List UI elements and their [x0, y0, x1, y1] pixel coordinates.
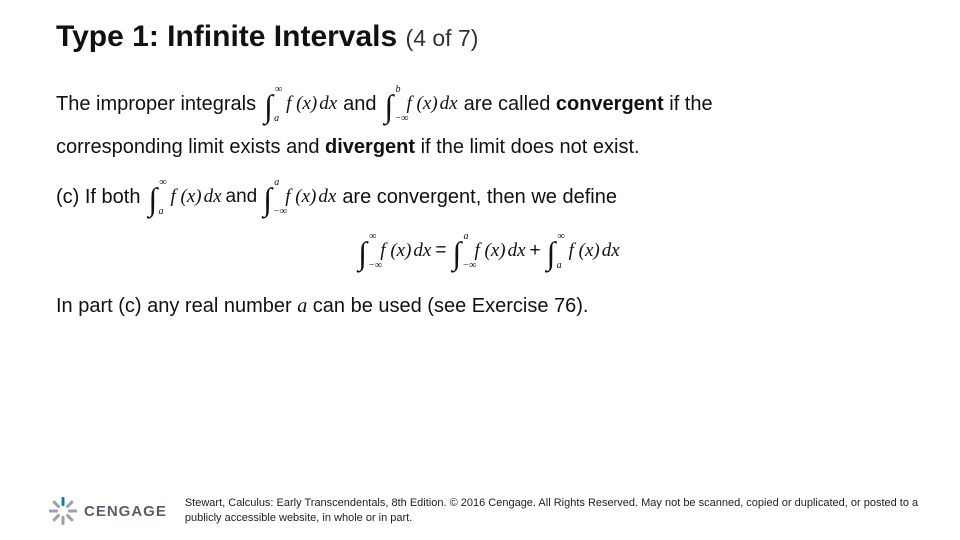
- logo-text: CENGAGE: [84, 503, 167, 520]
- text-run: are convergent, then we define: [342, 182, 617, 213]
- integral-sign-icon: ∫ a −∞: [452, 233, 470, 269]
- title-main: Type 1: Infinite Intervals: [56, 20, 397, 53]
- integral-sign-icon: ∫ b −∞: [385, 86, 403, 122]
- slide-body: The improper integrals ∫ ∞ a f (x) dx an…: [56, 86, 920, 332]
- slide-footer: CENGAGE Stewart, Calculus: Early Transce…: [0, 496, 960, 526]
- text-run: In part (c) any real number a can be use…: [56, 291, 588, 322]
- cengage-logo: CENGAGE: [50, 498, 167, 524]
- text-run: (c) If both: [56, 182, 140, 213]
- integral-sign-icon: ∫ ∞ a: [547, 233, 565, 269]
- integral-a-to-infinity: ∫ ∞ a f (x) dx: [262, 86, 337, 122]
- integral-sign-icon: ∫ ∞ a: [148, 179, 166, 215]
- integral-neg-infinity-to-b: ∫ b −∞ f (x) dx: [383, 86, 458, 122]
- text-run: corresponding limit exists and divergent…: [56, 132, 640, 163]
- text-run: and: [343, 89, 376, 120]
- integral-sign-icon: ∫ a −∞: [263, 179, 281, 215]
- paragraph-3: In part (c) any real number a can be use…: [56, 291, 920, 322]
- integral-sign-icon: ∫ ∞ a: [264, 86, 282, 122]
- paragraph-2: (c) If both ∫ ∞ a f (x) dx and ∫ a −∞ f …: [56, 179, 920, 215]
- text-run: The improper integrals: [56, 89, 256, 120]
- paragraph-1-line-1: The improper integrals ∫ ∞ a f (x) dx an…: [56, 86, 920, 122]
- copyright-text: Stewart, Calculus: Early Transcendentals…: [185, 496, 926, 526]
- title-pager: (4 of 7): [406, 25, 479, 51]
- definition-equation: ∫ ∞ −∞ f (x) dx = ∫ a −∞ f (x) dx + ∫ ∞ …: [56, 233, 920, 269]
- equation-full-real-line-integral: ∫ ∞ −∞ f (x) dx = ∫ a −∞ f (x) dx + ∫ ∞ …: [356, 233, 619, 269]
- text-run: are called convergent if the: [464, 89, 713, 120]
- integral-a-to-infinity-2: ∫ ∞ a f (x) dx and ∫ a −∞ f (x) dx: [146, 179, 336, 215]
- logo-burst-icon: [50, 498, 76, 524]
- integral-sign-icon: ∫ ∞ −∞: [358, 233, 376, 269]
- paragraph-1-line-2: corresponding limit exists and divergent…: [56, 132, 920, 163]
- slide-title: Type 1: Infinite Intervals (4 of 7): [56, 20, 478, 54]
